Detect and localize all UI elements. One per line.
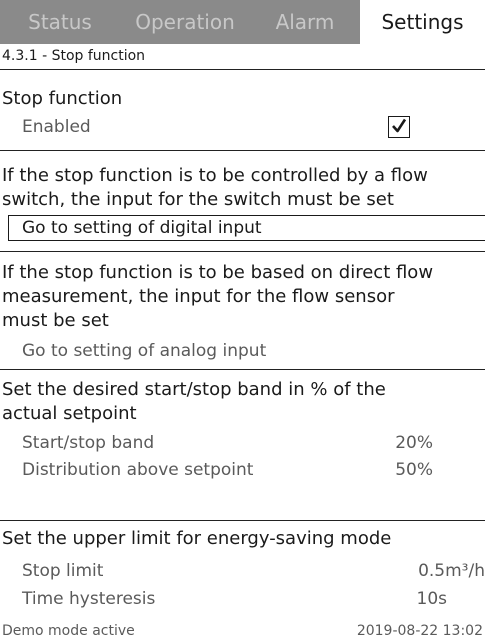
divider [0, 69, 485, 70]
flow-measurement-text-3: must be set [2, 310, 109, 331]
distribution-value[interactable]: 50% [395, 459, 433, 481]
digital-input-link[interactable]: Go to setting of digital input [8, 215, 485, 241]
tab-alarm[interactable]: Alarm [250, 0, 360, 44]
start-stop-band-value[interactable]: 20% [395, 432, 433, 454]
flow-switch-text-2: switch, the input for the switch must be… [2, 189, 394, 210]
stop-limit-label: Stop limit [22, 561, 104, 581]
checkmark-icon [392, 118, 407, 133]
divider [0, 520, 485, 521]
demo-mode-text: Demo mode active [2, 623, 135, 639]
energy-saving-heading: Set the upper limit for energy-saving mo… [2, 528, 392, 549]
analog-input-link[interactable]: Go to setting of analog input [22, 340, 266, 362]
flow-measurement-text-1: If the stop function is to be based on d… [2, 262, 434, 283]
divider [0, 369, 485, 370]
flow-switch-text-1: If the stop function is to be controlled… [2, 165, 428, 186]
divider [0, 150, 485, 151]
enabled-checkbox[interactable] [388, 116, 410, 138]
breadcrumb: 4.3.1 - Stop function [2, 48, 146, 64]
band-text-2: actual setpoint [2, 403, 137, 424]
time-hysteresis-value[interactable]: 10s [417, 588, 448, 610]
time-hysteresis-label: Time hysteresis [22, 589, 156, 609]
stop-limit-value[interactable]: 0.5m³/h [418, 560, 485, 582]
tab-operation[interactable]: Operation [120, 0, 250, 44]
distribution-label: Distribution above setpoint [22, 460, 254, 480]
band-text-1: Set the desired start/stop band in % of … [2, 379, 386, 400]
tab-bar: Status Operation Alarm Settings [0, 0, 485, 44]
start-stop-band-label: Start/stop band [22, 433, 155, 453]
tab-settings[interactable]: Settings [360, 0, 485, 44]
status-bar: Demo mode active 2019-08-22 13:02 [0, 620, 485, 643]
tab-status[interactable]: Status [0, 0, 120, 44]
date-time: 2019-08-22 13:02 [356, 623, 483, 639]
stop-function-heading: Stop function [2, 88, 123, 109]
flow-measurement-text-2: measurement, the input for the flow sens… [2, 286, 395, 307]
digital-input-link-label: Go to setting of digital input [22, 218, 262, 238]
divider [0, 251, 485, 252]
enabled-label: Enabled [22, 117, 91, 137]
